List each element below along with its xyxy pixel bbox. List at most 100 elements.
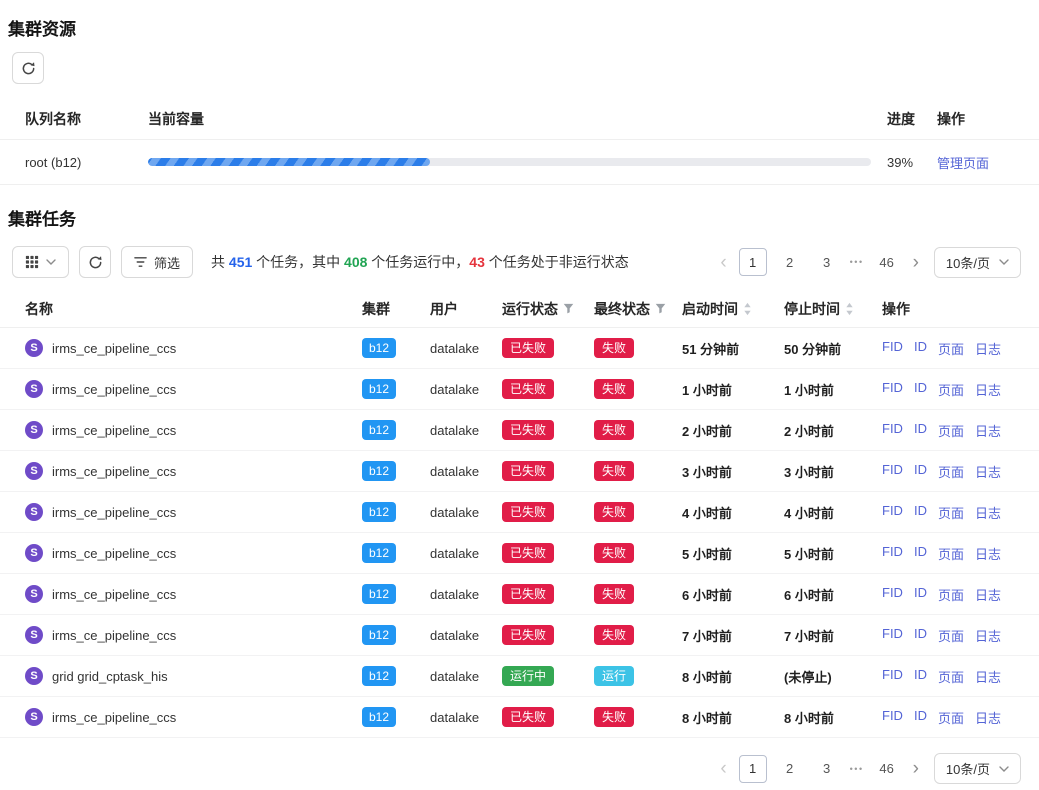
pagination-page-1[interactable]: 1 [739,248,767,276]
refresh-button[interactable] [12,52,44,84]
action-fid[interactable]: FID [882,708,903,727]
stop-time: 4 小时前 [784,503,882,522]
action-page[interactable]: 页面 [938,503,964,522]
sort-icon[interactable] [845,302,854,316]
action-log[interactable]: 日志 [975,585,1001,604]
action-page[interactable]: 页面 [938,462,964,481]
cluster-badge: b12 [362,502,396,522]
action-fid[interactable]: FID [882,667,903,686]
action-page[interactable]: 页面 [938,667,964,686]
cluster-badge: b12 [362,666,396,686]
row-actions: FID ID 页面日志 [882,667,1022,686]
run-status-badge: 已失败 [502,543,554,563]
tasks-refresh-button[interactable] [79,246,111,278]
col-run-status: 运行状态 [502,299,594,319]
page-size-select[interactable]: 10条/页 [934,247,1021,278]
task-user: datalake [430,423,502,438]
action-log[interactable]: 日志 [975,626,1001,645]
action-log[interactable]: 日志 [975,421,1001,440]
pagination-page-1[interactable]: 1 [739,755,767,783]
pagination-page-46[interactable]: 46 [873,248,901,276]
chevron-down-icon [999,259,1009,265]
action-page[interactable]: 页面 [938,708,964,727]
capacity-progress-bar [148,158,871,166]
page-size-select[interactable]: 10条/页 [934,753,1021,784]
action-fid[interactable]: FID [882,626,903,645]
pagination-page-2[interactable]: 2 [776,755,804,783]
pagination-page-3[interactable]: 3 [813,755,841,783]
final-status-badge: 运行 [594,666,634,686]
action-fid[interactable]: FID [882,380,903,399]
column-settings-button[interactable] [12,246,69,278]
action-id[interactable]: ID [914,380,927,399]
action-id[interactable]: ID [914,462,927,481]
filter-button[interactable]: 筛选 [121,246,193,278]
stop-time: 7 小时前 [784,626,882,645]
action-id[interactable]: ID [914,339,927,358]
action-log[interactable]: 日志 [975,339,1001,358]
action-page[interactable]: 页面 [938,585,964,604]
table-row: S irms_ce_pipeline_ccs b12 datalake 已失败 … [0,492,1039,533]
spark-avatar: S [25,708,43,726]
refresh-icon [88,255,103,270]
action-id[interactable]: ID [914,544,927,563]
action-page[interactable]: 页面 [938,626,964,645]
action-log[interactable]: 日志 [975,503,1001,522]
col-final-status: 最终状态 [594,299,682,319]
task-name: irms_ce_pipeline_ccs [52,341,176,356]
action-page[interactable]: 页面 [938,544,964,563]
action-id[interactable]: ID [914,708,927,727]
action-page[interactable]: 页面 [938,380,964,399]
pagination-prev[interactable]: ‹ [717,253,729,272]
chevron-down-icon [46,259,56,265]
action-id[interactable]: ID [914,585,927,604]
manage-page-link[interactable]: 管理页面 [937,156,989,171]
action-log[interactable]: 日志 [975,380,1001,399]
action-id[interactable]: ID [914,421,927,440]
action-log[interactable]: 日志 [975,667,1001,686]
pagination-prev[interactable]: ‹ [717,759,729,778]
pagination-next[interactable]: › [910,759,922,778]
action-id[interactable]: ID [914,667,927,686]
filter-funnel-icon[interactable] [563,303,574,314]
tasks-table-body: S irms_ce_pipeline_ccs b12 datalake 已失败 … [0,328,1039,738]
action-fid[interactable]: FID [882,585,903,604]
cluster-badge: b12 [362,625,396,645]
pagination-ellipsis[interactable]: ••• [850,764,864,774]
action-log[interactable]: 日志 [975,544,1001,563]
action-id[interactable]: ID [914,626,927,645]
filter-funnel-icon[interactable] [655,303,666,314]
action-log[interactable]: 日志 [975,708,1001,727]
action-fid[interactable]: FID [882,462,903,481]
action-id[interactable]: ID [914,503,927,522]
action-fid[interactable]: FID [882,339,903,358]
action-page[interactable]: 页面 [938,339,964,358]
stop-time: 6 小时前 [784,585,882,604]
start-time: 7 小时前 [682,626,784,645]
action-page[interactable]: 页面 [938,421,964,440]
stop-time: 1 小时前 [784,380,882,399]
grid-icon [25,255,39,269]
table-row: S irms_ce_pipeline_ccs b12 datalake 已失败 … [0,328,1039,369]
start-time: 8 小时前 [682,667,784,686]
pagination-page-46[interactable]: 46 [873,755,901,783]
pagination-page-2[interactable]: 2 [776,248,804,276]
task-name: irms_ce_pipeline_ccs [52,464,176,479]
pagination-top: ‹ 123 ••• 46 › 10条/页 [717,247,1021,278]
action-fid[interactable]: FID [882,503,903,522]
pagination-ellipsis[interactable]: ••• [850,257,864,267]
action-log[interactable]: 日志 [975,462,1001,481]
summary-count-red: 43 [469,254,485,270]
start-time: 51 分钟前 [682,339,784,358]
sort-icon[interactable] [743,302,752,316]
chevron-down-icon [999,766,1009,772]
pagination-next[interactable]: › [910,253,922,272]
pagination-bottom: ‹ 123 ••• 46 › 10条/页 [717,753,1021,784]
resource-row: root (b12) 39% 管理页面 [0,140,1039,185]
action-fid[interactable]: FID [882,421,903,440]
pagination-page-3[interactable]: 3 [813,248,841,276]
summary-text: 个任务处于非运行状态 [485,254,629,270]
task-name: irms_ce_pipeline_ccs [52,423,176,438]
action-fid[interactable]: FID [882,544,903,563]
table-row: S grid grid_cptask_his b12 datalake 运行中 … [0,656,1039,697]
